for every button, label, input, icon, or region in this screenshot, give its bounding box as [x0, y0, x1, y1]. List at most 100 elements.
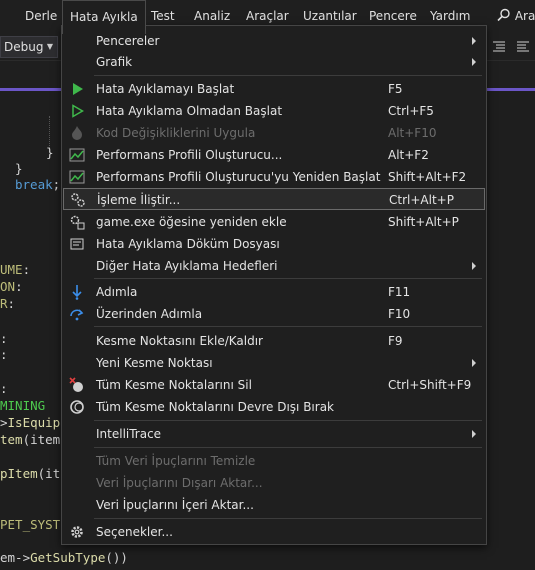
menu-item-label: Diğer Hata Ayıklama Hedefleri [96, 259, 278, 273]
code-line: pItem(it [0, 466, 60, 481]
menu-item-step-into[interactable]: Adımla F11 [63, 281, 485, 303]
menu-item-start-debugging[interactable]: Hata Ayıklamayı Başlat F5 [63, 78, 485, 100]
code-token: > [0, 415, 8, 430]
menu-item-label: Performans Profili Oluşturucu... [96, 148, 283, 162]
menu-item-shortcut: Shift+Alt+F2 [388, 170, 467, 184]
code-line: : [0, 347, 8, 362]
menu-item-shortcut: Ctrl+Shift+F9 [388, 378, 472, 392]
search-label: Ara [514, 9, 535, 23]
menu-item-step-over[interactable]: Üzerinden Adımla F10 [63, 303, 485, 325]
menu-item-label: Veri İpuçlarını Dışarı Aktar... [96, 476, 263, 490]
submenu-arrow-icon [472, 430, 476, 438]
code-line: >IsEquip [0, 415, 60, 430]
code-token: ; [52, 177, 61, 192]
menu-item-toggle-breakpoint[interactable]: Kesme Noktasını Ekle/Kaldır F9 [63, 330, 485, 352]
menu-item-intellitrace[interactable]: IntelliTrace [63, 423, 485, 445]
menu-item-label: Veri İpuçlarını İçeri Aktar... [96, 498, 254, 512]
menu-item-label: Grafik [96, 55, 133, 69]
delete-breakpoints-icon [69, 377, 83, 392]
menu-hata-ayikla[interactable]: Hata Ayıkla [62, 0, 146, 34]
menu-derle[interactable]: Derle [18, 0, 64, 33]
search-box[interactable]: Ara [497, 0, 535, 33]
flame-icon [72, 126, 82, 140]
menu-item-performance-profiler[interactable]: Performans Profili Oluşturucu... Alt+F2 [63, 144, 485, 166]
submenu-arrow-icon [472, 58, 476, 66]
menu-item-shortcut: Ctrl+Alt+P [389, 193, 454, 207]
submenu-arrow-icon [472, 262, 476, 270]
gears-icon [71, 193, 85, 207]
menu-item-delete-all-breakpoints[interactable]: Tüm Kesme Noktalarını Sil Ctrl+Shift+F9 [63, 374, 485, 396]
code-token: } [46, 145, 54, 160]
code-token: break [15, 177, 53, 192]
code-token: IsEquip [7, 415, 61, 430]
menu-item-attach-to-process[interactable]: İşleme İliştir... Ctrl+Alt+P [63, 188, 485, 210]
menu-item-label: Hata Ayıklama Döküm Dosyası [96, 237, 280, 251]
code-line: } [15, 161, 23, 176]
menu-item-reattach[interactable]: game.exe öğesine yeniden ekle Shift+Alt+… [63, 211, 485, 233]
menu-item-clear-datatips: Tüm Veri İpuçlarını Temizle [63, 450, 485, 472]
code-token: : [15, 279, 23, 294]
menu-item-new-breakpoint[interactable]: Yeni Kesme Noktası [63, 352, 485, 374]
code-token: : [22, 262, 31, 277]
performance-restart-icon [69, 170, 85, 184]
play-outline-icon [72, 104, 84, 118]
menu-item-shortcut: Alt+F2 [388, 148, 429, 162]
code-token: pItem [0, 466, 38, 481]
menu-separator [94, 518, 482, 519]
code-line: UME: [0, 262, 30, 277]
menu-item-label: Tüm Veri İpuçlarını Temizle [96, 454, 256, 468]
code-token: : [0, 347, 8, 362]
search-icon [497, 8, 510, 22]
menu-item-shortcut: Alt+F10 [388, 126, 437, 140]
code-line: MINING [0, 398, 45, 413]
menu-item-apply-code-changes: Kod Değişikliklerini Uygula Alt+F10 [63, 122, 485, 144]
menu-item-label: Tüm Kesme Noktalarını Devre Dışı Bırak [96, 400, 334, 414]
debug-menu-dropdown: Pencereler Grafik Hata Ayıklamayı Başlat… [61, 25, 487, 545]
menu-separator [94, 75, 482, 76]
code-token: UME [0, 262, 23, 277]
menu-item-label: Tüm Kesme Noktalarını Sil [96, 378, 252, 392]
menu-item-label: Kesme Noktasını Ekle/Kaldır [96, 334, 263, 348]
submenu-arrow-icon [472, 359, 476, 367]
menu-item-options[interactable]: Seçenekler... [63, 521, 485, 543]
menu-item-shortcut: Shift+Alt+P [388, 215, 459, 229]
menu-item-label: Adımla [96, 285, 138, 299]
chevron-down-icon: ▼ [46, 42, 53, 51]
menu-item-import-datatips[interactable]: Veri İpuçlarını İçeri Aktar... [63, 494, 485, 516]
menu-item-disable-all-breakpoints[interactable]: Tüm Kesme Noktalarını Devre Dışı Bırak [63, 396, 485, 418]
menu-item-debug-dump-file[interactable]: Hata Ayıklama Döküm Dosyası [63, 233, 485, 255]
configuration-dropdown[interactable]: Debug ▼ [0, 36, 58, 58]
menu-item-label: Performans Profili Oluşturucu'yu Yeniden… [96, 170, 381, 184]
menu-item-label: game.exe öğesine yeniden ekle [96, 215, 287, 229]
configuration-label: Debug [4, 40, 44, 54]
menu-item-label: Hata Ayıklama Olmadan Başlat [96, 104, 283, 118]
menu-item-relaunch-profiler[interactable]: Performans Profili Oluşturucu'yu Yeniden… [63, 166, 485, 188]
code-token: : [7, 296, 16, 311]
menu-item-grafik[interactable]: Grafik [63, 51, 485, 73]
code-line: : [0, 331, 8, 346]
menu-item-label: İşleme İliştir... [97, 193, 181, 207]
comment-lines-icon[interactable] [492, 40, 506, 52]
code-line: tem(item [0, 432, 60, 447]
code-token: : [0, 331, 8, 346]
code-token: ON [0, 279, 16, 294]
step-into-icon [72, 285, 82, 300]
menu-item-label: Kod Değişikliklerini Uygula [96, 126, 256, 140]
menu-item-start-without-debugging[interactable]: Hata Ayıklama Olmadan Başlat Ctrl+F5 [63, 100, 485, 122]
menu-item-export-datatips: Veri İpuçlarını Dışarı Aktar... [63, 472, 485, 494]
uncomment-lines-icon[interactable] [516, 40, 530, 52]
menu-item-label: Yeni Kesme Noktası [96, 356, 213, 370]
code-line: break; [15, 177, 60, 192]
menu-item-other-debug-targets[interactable]: Diğer Hata Ayıklama Hedefleri [63, 255, 485, 277]
settings-gear-icon [71, 526, 83, 538]
code-token: ()) [105, 550, 128, 565]
menu-separator [94, 326, 482, 327]
dump-file-icon [70, 238, 84, 250]
code-token: : [0, 381, 8, 396]
code-line: ON: [0, 279, 23, 294]
code-line: : [0, 381, 8, 396]
step-over-icon [70, 309, 84, 321]
menu-item-shortcut: F10 [388, 307, 411, 321]
menu-item-shortcut: F5 [388, 82, 403, 96]
menu-item-shortcut: F9 [388, 334, 403, 348]
